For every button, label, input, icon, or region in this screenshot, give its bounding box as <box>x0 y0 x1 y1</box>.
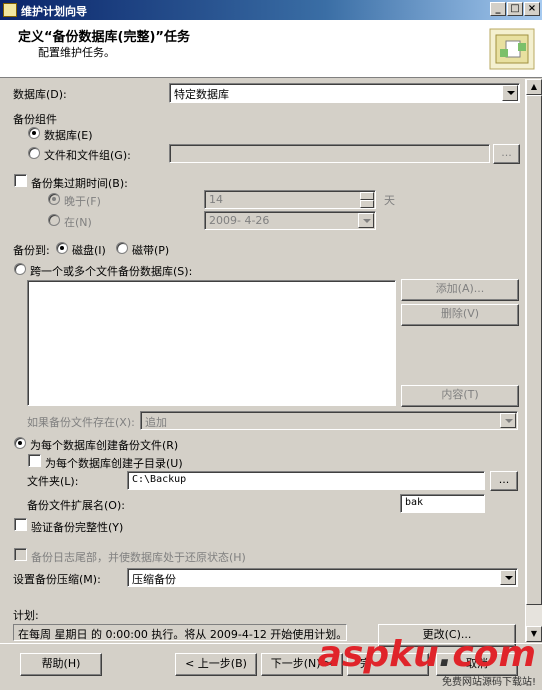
chevron-down-icon[interactable] <box>500 413 516 428</box>
tail-log-label: 备份日志尾部，并使数据库处于还原状态(H) <box>31 551 246 564</box>
files-field[interactable] <box>169 144 490 163</box>
files-browse-button[interactable]: ... <box>493 144 520 164</box>
after-label: 晚于(F) <box>64 195 101 208</box>
chevron-down-icon[interactable] <box>500 570 516 585</box>
spin-down-icon[interactable] <box>360 200 374 208</box>
add-button[interactable]: 添加(A)... <box>401 279 519 301</box>
watermark-logo: aspku.com <box>318 637 536 673</box>
minimize-button[interactable]: _ <box>490 2 506 16</box>
verify-label: 验证备份完整性(Y) <box>31 521 124 534</box>
after-days-spinner[interactable]: 14 <box>204 190 376 209</box>
contents-button[interactable]: 内容(T) <box>401 385 519 407</box>
extension-input[interactable]: bak <box>400 494 485 513</box>
schedule-label: 计划: <box>13 609 39 622</box>
schedule-text-box: 在每周 星期日 的 0:00:00 执行。将从 2009-4-12 开始使用计划… <box>13 624 347 641</box>
per-db-file-label: 为每个数据库创建备份文件(R) <box>30 439 179 452</box>
days-unit: 天 <box>384 194 395 207</box>
compression-combo-value: 压缩备份 <box>132 573 176 586</box>
remove-button[interactable]: 删除(V) <box>401 304 519 326</box>
page-subtitle: 配置维护任务。 <box>38 46 115 59</box>
database-combo[interactable]: 特定数据库 <box>169 83 520 103</box>
help-button[interactable]: 帮助(H) <box>20 653 102 676</box>
back-button[interactable]: < 上一步(B) <box>175 653 257 676</box>
folder-input-value: C:\Backup <box>132 474 187 485</box>
disk-label: 磁盘(I) <box>72 244 106 257</box>
backup-files-list[interactable] <box>27 280 396 406</box>
chevron-down-icon[interactable] <box>358 213 374 228</box>
per-db-subdir-label: 为每个数据库创建子目录(U) <box>45 457 183 470</box>
after-days-value: 14 <box>209 193 223 206</box>
database-combo-value: 特定数据库 <box>174 88 229 101</box>
tail-log-checkbox[interactable] <box>14 548 27 561</box>
vertical-scrollbar[interactable]: ▲ ▼ <box>525 79 542 642</box>
watermark-subtitle: 免费网站源码下载站! <box>441 677 536 688</box>
watermark-logo-tld: com <box>452 634 536 675</box>
database-label: 数据库(D): <box>13 88 67 101</box>
watermark-logo-text: aspku <box>317 634 439 675</box>
database-radio[interactable] <box>28 127 40 139</box>
site-watermark: aspku.com 免费网站源码下载站! <box>318 637 536 689</box>
backup-to-label: 备份到: <box>13 244 50 257</box>
maximize-button[interactable]: □ <box>507 2 523 16</box>
if-exists-value: 追加 <box>145 416 167 429</box>
folder-browse-button[interactable]: ... <box>490 471 518 491</box>
disk-radio[interactable] <box>56 242 68 254</box>
extension-label: 备份文件扩展名(O): <box>27 499 125 512</box>
files-radio[interactable] <box>28 147 40 159</box>
page-title: 定义“备份数据库(完整)”任务 <box>18 30 190 45</box>
per-db-file-radio[interactable] <box>14 437 26 449</box>
on-date-value: 2009- 4-26 <box>209 214 270 227</box>
wizard-illustration-icon <box>489 28 535 70</box>
close-button[interactable]: × <box>524 2 540 16</box>
compression-combo[interactable]: 压缩备份 <box>127 568 518 587</box>
compression-label: 设置备份压缩(M): <box>13 573 101 586</box>
tape-radio[interactable] <box>116 242 128 254</box>
watermark-logo-dot: . <box>438 634 453 675</box>
on-date-picker[interactable]: 2009- 4-26 <box>204 211 376 230</box>
expire-checkbox[interactable] <box>14 174 27 187</box>
span-files-label: 跨一个或多个文件备份数据库(S): <box>30 265 193 278</box>
per-db-subdir-checkbox[interactable] <box>28 454 41 467</box>
tape-label: 磁带(P) <box>132 244 170 257</box>
on-date-radio[interactable] <box>48 214 60 226</box>
title-bar[interactable]: 维护计划向导 _ □ × <box>0 0 542 20</box>
scroll-up-arrow-icon[interactable]: ▲ <box>526 79 542 95</box>
on-date-label: 在(N) <box>64 216 92 229</box>
extension-input-value: bak <box>405 497 424 508</box>
after-radio[interactable] <box>48 193 60 205</box>
folder-label: 文件夹(L): <box>27 475 79 488</box>
scroll-thumb[interactable] <box>526 95 542 605</box>
app-icon <box>3 3 17 17</box>
if-exists-label: 如果备份文件存在(X): <box>27 416 135 429</box>
wizard-header: 定义“备份数据库(完整)”任务 配置维护任务。 <box>0 20 542 78</box>
span-files-radio[interactable] <box>14 263 26 275</box>
spin-up-icon[interactable] <box>360 192 374 200</box>
files-radio-label: 文件和文件组(G): <box>44 149 131 162</box>
chevron-down-icon[interactable] <box>502 85 518 101</box>
expire-label: 备份集过期时间(B): <box>31 177 128 190</box>
if-exists-combo[interactable]: 追加 <box>140 411 518 430</box>
backup-component-label: 备份组件 <box>13 113 57 126</box>
window-title: 维护计划向导 <box>21 5 87 18</box>
database-radio-label: 数据库(E) <box>44 129 93 142</box>
verify-checkbox[interactable] <box>14 518 27 531</box>
schedule-text: 在每周 星期日 的 0:00:00 执行。将从 2009-4-12 开始使用计划… <box>18 628 348 641</box>
folder-input[interactable]: C:\Backup <box>127 471 485 490</box>
